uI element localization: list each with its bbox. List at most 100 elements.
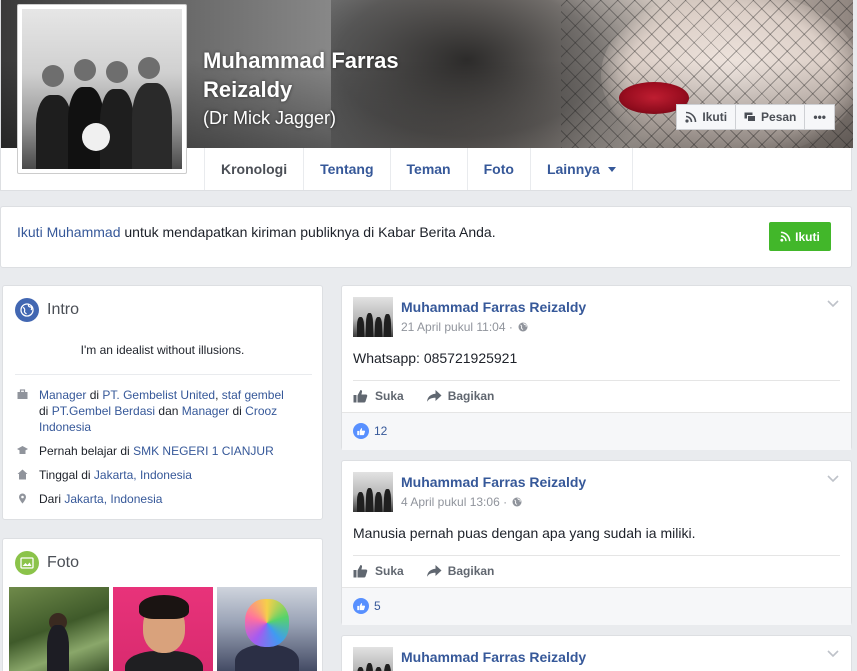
- post: Muhammad Farras Reizaldy 21 April pukul …: [341, 285, 852, 450]
- follow-button[interactable]: Ikuti: [676, 104, 737, 130]
- follow-banner-text: Ikuti Muhammad untuk mendapatkan kiriman…: [17, 224, 496, 240]
- like-badge-icon: [353, 598, 369, 614]
- work-company-link[interactable]: PT. Gembelist United: [102, 388, 215, 402]
- profile-picture-image: [22, 9, 182, 169]
- post-avatar[interactable]: [353, 647, 393, 671]
- photo-grid: [9, 587, 317, 671]
- share-arrow-icon: [426, 565, 442, 577]
- message-icon: [744, 112, 757, 122]
- chevron-down-icon[interactable]: [827, 300, 839, 308]
- post-author[interactable]: Muhammad Farras Reizaldy: [401, 649, 586, 665]
- follow-banner-button[interactable]: Ikuti: [769, 222, 831, 251]
- more-icon: •••: [813, 110, 826, 124]
- chevron-down-icon[interactable]: [827, 475, 839, 483]
- work-fact: Manager di PT. Gembelist United, staf ge…: [15, 387, 315, 435]
- message-button[interactable]: Pesan: [736, 104, 806, 130]
- post-avatar[interactable]: [353, 297, 393, 337]
- photos-card: Foto: [2, 538, 323, 671]
- follow-banner-link[interactable]: Ikuti Muhammad: [17, 224, 120, 240]
- follow-banner: Ikuti Muhammad untuk mendapatkan kiriman…: [0, 206, 852, 268]
- tab-friends[interactable]: Teman: [391, 148, 468, 190]
- share-label: Bagikan: [447, 389, 495, 403]
- post-text: Manusia pernah puas dengan apa yang suda…: [353, 525, 696, 541]
- from-text: Dari: [39, 492, 65, 506]
- like-count[interactable]: 5: [353, 598, 381, 614]
- cover-actions: Ikuti Pesan •••: [676, 104, 835, 130]
- from-fact: Dari Jakarta, Indonesia: [15, 491, 315, 507]
- photos-title[interactable]: Foto: [47, 554, 79, 572]
- education-fact: Pernah belajar di SMK NEGERI 1 CIANJUR: [15, 443, 315, 459]
- work-text: di: [229, 404, 246, 418]
- post-divider: [353, 555, 840, 556]
- tab-more[interactable]: Lainnya: [531, 148, 633, 190]
- post-avatar[interactable]: [353, 472, 393, 512]
- lives-city-link[interactable]: Jakarta, Indonesia: [94, 468, 192, 482]
- post: Muhammad Farras Reizaldy 4 April pukul 1…: [341, 460, 852, 625]
- follow-banner-button-label: Ikuti: [795, 229, 820, 244]
- profile-header: Muhammad Farras Reizaldy (Dr Mick Jagger…: [0, 0, 853, 191]
- globe-icon: [15, 298, 39, 322]
- intro-facts: Manager di PT. Gembelist United, staf ge…: [15, 387, 315, 515]
- tab-photos[interactable]: Foto: [468, 148, 531, 190]
- share-button[interactable]: Bagikan: [426, 386, 495, 406]
- from-city-link[interactable]: Jakarta, Indonesia: [64, 492, 162, 506]
- lives-text: Tinggal di: [39, 468, 94, 482]
- profile-picture[interactable]: [17, 4, 187, 174]
- photo-icon: [15, 551, 39, 575]
- post-date: 21 April pukul 11:04 ·: [401, 320, 513, 334]
- message-button-label: Pesan: [761, 110, 797, 124]
- work-position-link[interactable]: Manager: [39, 388, 86, 402]
- intro-bio: I'm an idealist without illusions.: [80, 343, 245, 357]
- rss-icon: [685, 111, 697, 123]
- thumbs-up-icon: [353, 390, 368, 403]
- like-count-value: 12: [374, 424, 388, 438]
- work-position-link[interactable]: staf gembel: [222, 388, 284, 402]
- post-actions: Suka Bagikan: [353, 386, 494, 406]
- location-pin-icon: [18, 493, 26, 504]
- photo-thumbnail[interactable]: [9, 587, 109, 671]
- more-options-button[interactable]: •••: [805, 104, 835, 130]
- post-timestamp[interactable]: 21 April pukul 11:04 ·: [401, 320, 528, 334]
- work-text: di: [86, 388, 103, 402]
- like-count-value: 5: [374, 599, 381, 613]
- post-date: 4 April pukul 13:06 ·: [401, 495, 508, 509]
- work-text: dan: [155, 404, 182, 418]
- chevron-down-icon[interactable]: [827, 650, 839, 658]
- like-button[interactable]: Suka: [353, 386, 404, 406]
- tab-more-label: Lainnya: [546, 161, 600, 177]
- post-text: Whatsapp: 085721925921: [353, 350, 518, 366]
- like-count[interactable]: 12: [353, 423, 387, 439]
- like-label: Suka: [375, 564, 404, 578]
- post-author[interactable]: Muhammad Farras Reizaldy: [401, 299, 586, 315]
- follow-banner-message: untuk mendapatkan kiriman publiknya di K…: [120, 224, 496, 240]
- education-school-link[interactable]: SMK NEGERI 1 CIANJUR: [133, 444, 274, 458]
- work-company-link[interactable]: PT.Gembel Berdasi: [52, 404, 155, 418]
- intro-header: Intro: [15, 298, 79, 322]
- work-text: ,: [215, 388, 222, 402]
- profile-name[interactable]: Muhammad Farras Reizaldy: [203, 46, 463, 104]
- like-badge-icon: [353, 423, 369, 439]
- like-button[interactable]: Suka: [353, 561, 404, 581]
- intro-card: Intro I'm an idealist without illusions.…: [2, 285, 323, 520]
- post-timestamp[interactable]: 4 April pukul 13:06 ·: [401, 495, 522, 509]
- share-arrow-icon: [426, 390, 442, 402]
- work-position-link[interactable]: Manager: [182, 404, 229, 418]
- rss-icon: [780, 231, 791, 242]
- profile-alternate-name: (Dr Mick Jagger): [203, 108, 337, 128]
- post-footer: 12: [342, 412, 851, 450]
- graduation-cap-icon: [16, 446, 28, 454]
- work-text: di: [39, 404, 52, 418]
- photo-thumbnail[interactable]: [113, 587, 213, 671]
- profile-tabs: Kronologi Tentang Teman Foto Lainnya: [204, 148, 633, 190]
- intro-title: Intro: [47, 301, 80, 318]
- tab-timeline[interactable]: Kronologi: [205, 148, 305, 190]
- tab-about[interactable]: Tentang: [304, 148, 391, 190]
- home-icon: [17, 469, 27, 480]
- post-author[interactable]: Muhammad Farras Reizaldy: [401, 474, 586, 490]
- globe-icon: [512, 497, 522, 507]
- thumbs-up-icon: [353, 565, 368, 578]
- post: Muhammad Farras Reizaldy: [341, 635, 852, 671]
- share-button[interactable]: Bagikan: [426, 561, 494, 581]
- photo-thumbnail[interactable]: [217, 587, 317, 671]
- caret-down-icon: [607, 166, 616, 172]
